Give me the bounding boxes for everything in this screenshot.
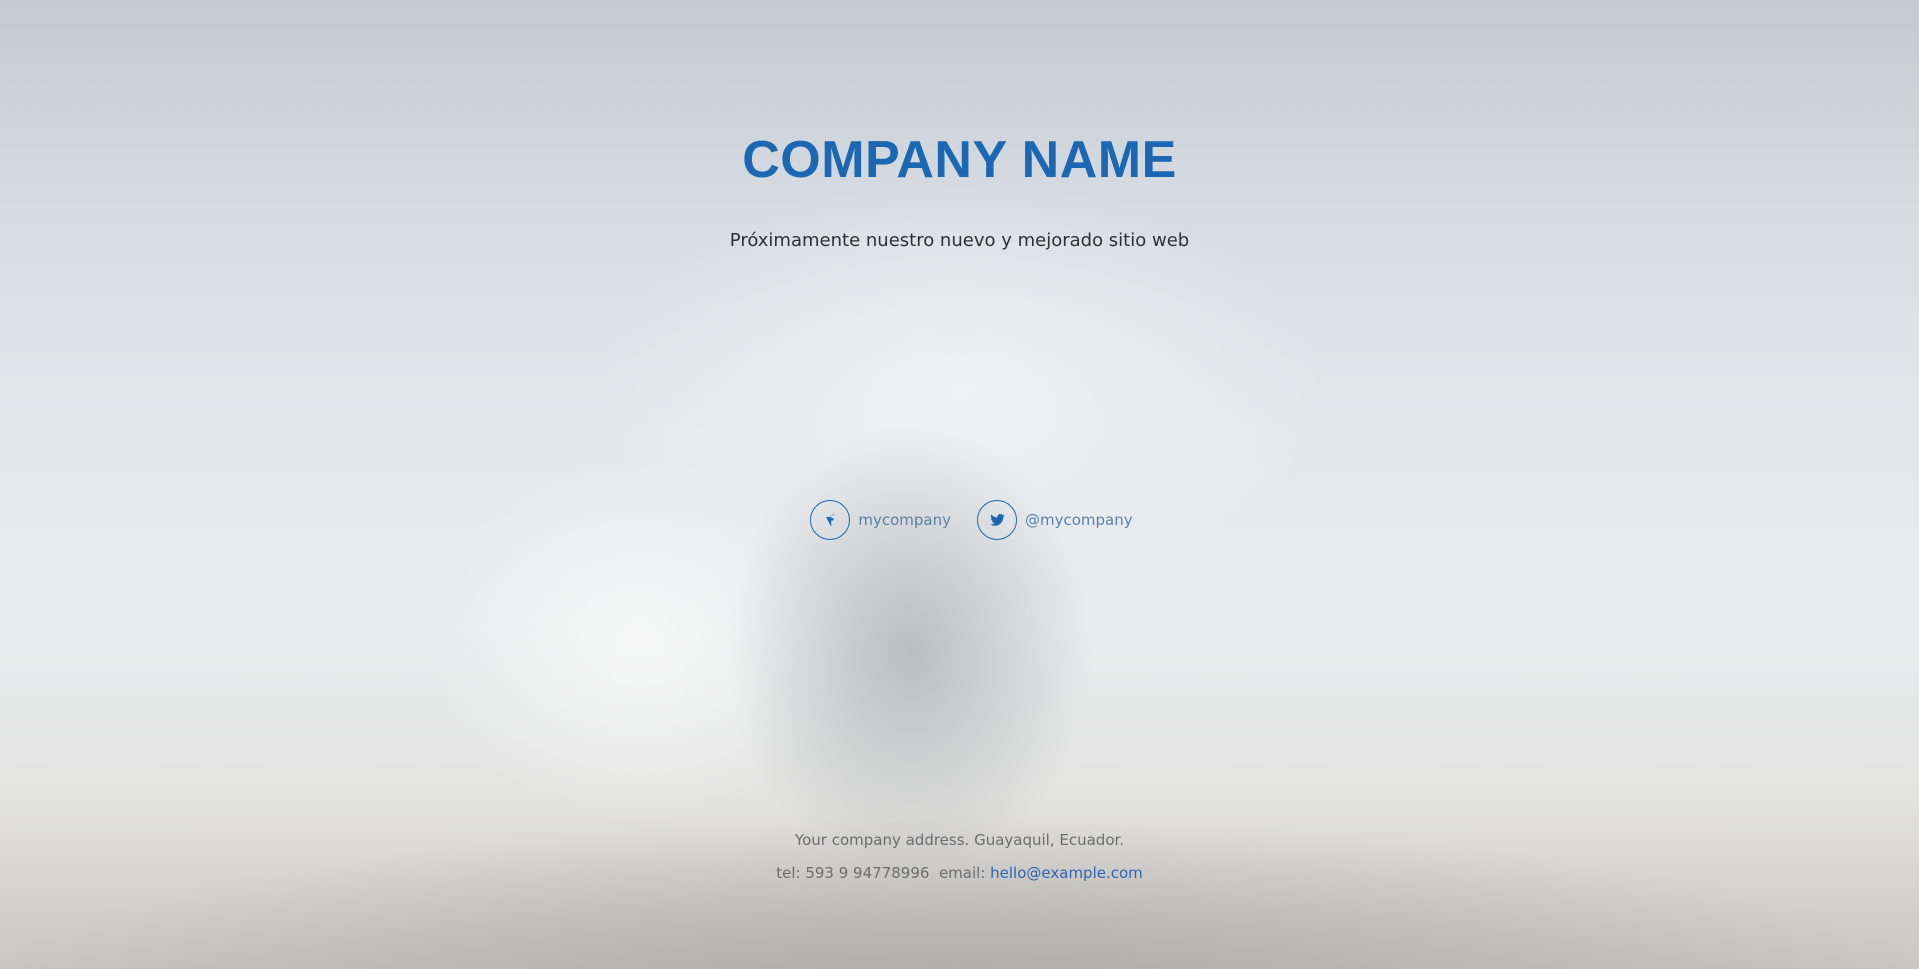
hero: COMPANY NAME Próximamente nuestro nuevo … (0, 134, 1919, 251)
twitter-link[interactable]: @mycompany (977, 500, 1133, 540)
page-subtitle: Próximamente nuestro nuevo y mejorado si… (729, 230, 1190, 251)
email-link[interactable]: hello@example.com (990, 864, 1143, 882)
twitter-handle: @mycompany (1025, 511, 1133, 529)
page-title: COMPANY NAME (742, 131, 1177, 189)
email-label: email: (938, 864, 986, 882)
footer-contact: tel: 593 9 94778996 email: hello@example… (0, 857, 1919, 890)
social-links: mycompany @mycompany (12, 500, 1919, 540)
facebook-link[interactable]: mycompany (810, 500, 951, 540)
phone-number: 593 9 94778996 (805, 864, 930, 882)
footer: Your company address. Guayaquil, Ecuador… (0, 824, 1919, 890)
footer-address: Your company address. Guayaquil, Ecuador… (794, 831, 1125, 849)
facebook-icon (810, 500, 851, 540)
facebook-handle: mycompany (858, 511, 951, 529)
phone-label: tel: (776, 864, 801, 882)
twitter-icon (977, 500, 1017, 540)
